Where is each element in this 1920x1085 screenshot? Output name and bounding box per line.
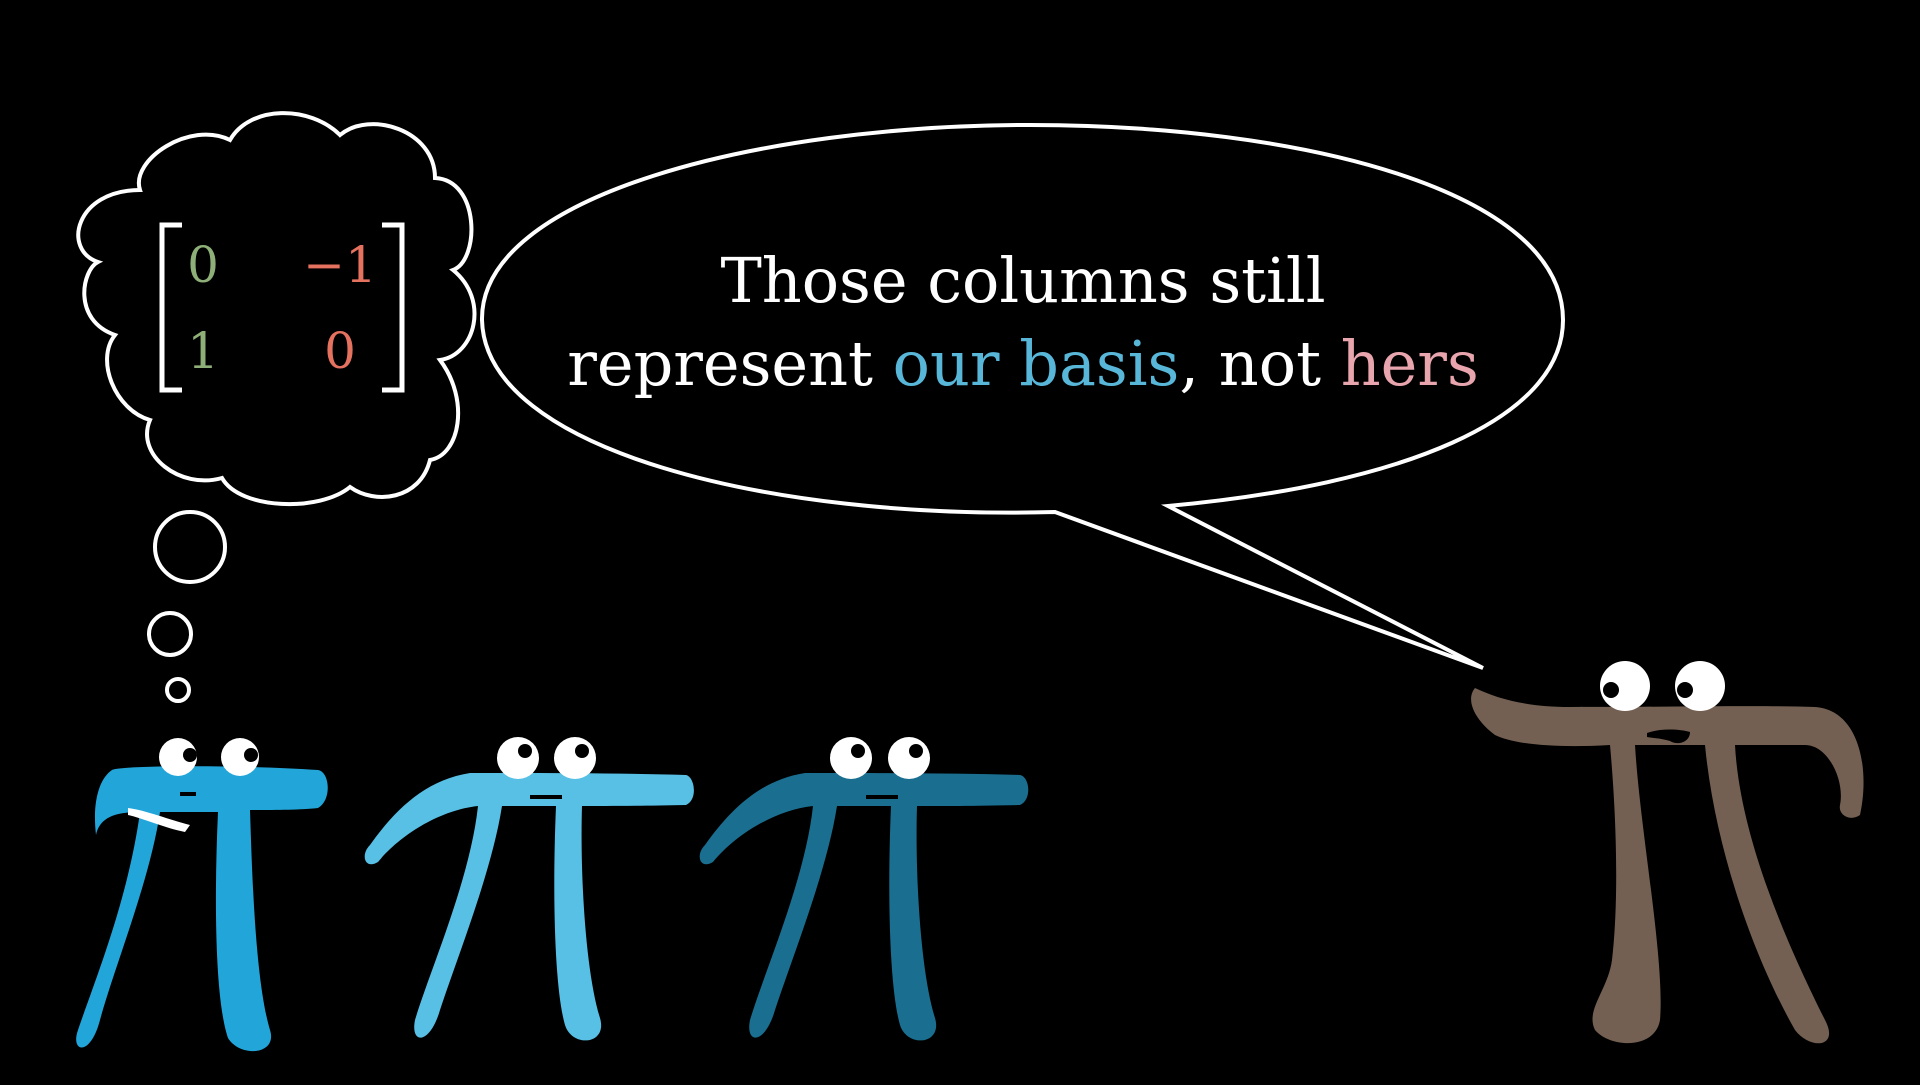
pi-creature-3-left-eye — [830, 737, 872, 779]
pi-creature-speaker-right-pupil — [1677, 682, 1693, 698]
pi-creature-3-right-eye — [888, 737, 930, 779]
pi-creature-speaker — [1471, 661, 1864, 1044]
thought-bubble: 0 −1 1 0 — [76, 111, 477, 703]
pi-creature-speaker-body — [1471, 688, 1864, 1044]
pi-creature-3 — [699, 737, 1029, 1041]
pi-creature-speaker-left-pupil — [1603, 682, 1619, 698]
thought-dot-medium — [147, 611, 193, 657]
matrix: 0 −1 1 0 — [159, 222, 405, 393]
pi-creature-1-left-pupil — [183, 748, 197, 762]
speech-line-2-start: represent — [567, 327, 892, 400]
pi-creature-2-left-eye — [497, 737, 539, 779]
matrix-right-bracket — [382, 222, 405, 393]
speech-bubble: Those columns still represent our basis,… — [479, 122, 1566, 670]
thought-cloud-outline — [76, 111, 477, 507]
pi-creature-1-right-pupil — [244, 748, 258, 762]
pi-creature-2-right-pupil — [575, 744, 589, 758]
pi-creature-2-mouth — [530, 795, 562, 799]
matrix-left-bracket — [159, 222, 182, 393]
pi-creature-2-left-pupil — [518, 744, 532, 758]
matrix-cell-r2c2: 0 — [324, 322, 356, 380]
speech-line-2-middle: , not — [1179, 327, 1340, 400]
pi-creature-1-body — [76, 766, 328, 1052]
pi-creature-3-mouth — [866, 795, 898, 799]
speech-line-2: represent our basis, not hers — [567, 327, 1479, 400]
speech-highlight-hers: hers — [1341, 327, 1479, 400]
thought-dot-small — [165, 677, 191, 703]
matrix-cell-r1c2: −1 — [303, 236, 377, 294]
scene-canvas: 0 −1 1 0 Those columns still represent o… — [76, 111, 1864, 1052]
pi-creature-2-right-eye — [554, 737, 596, 779]
pi-creature-2-body — [364, 773, 694, 1041]
pi-creature-3-right-pupil — [909, 744, 923, 758]
scene: 0 −1 1 0 Those columns still represent o… — [0, 0, 1920, 1080]
pi-creature-3-left-pupil — [851, 744, 865, 758]
pi-creature-3-body — [699, 773, 1029, 1041]
pi-creature-2 — [364, 737, 694, 1041]
thought-dot-large — [153, 510, 227, 584]
pi-creature-1-mouth — [180, 792, 196, 796]
matrix-cell-r1c1: 0 — [187, 236, 219, 294]
speech-highlight-our-basis: our basis — [893, 327, 1180, 400]
speech-line-1: Those columns still — [720, 244, 1325, 317]
pi-creature-1 — [76, 738, 328, 1052]
matrix-cell-r2c1: 1 — [187, 322, 219, 380]
